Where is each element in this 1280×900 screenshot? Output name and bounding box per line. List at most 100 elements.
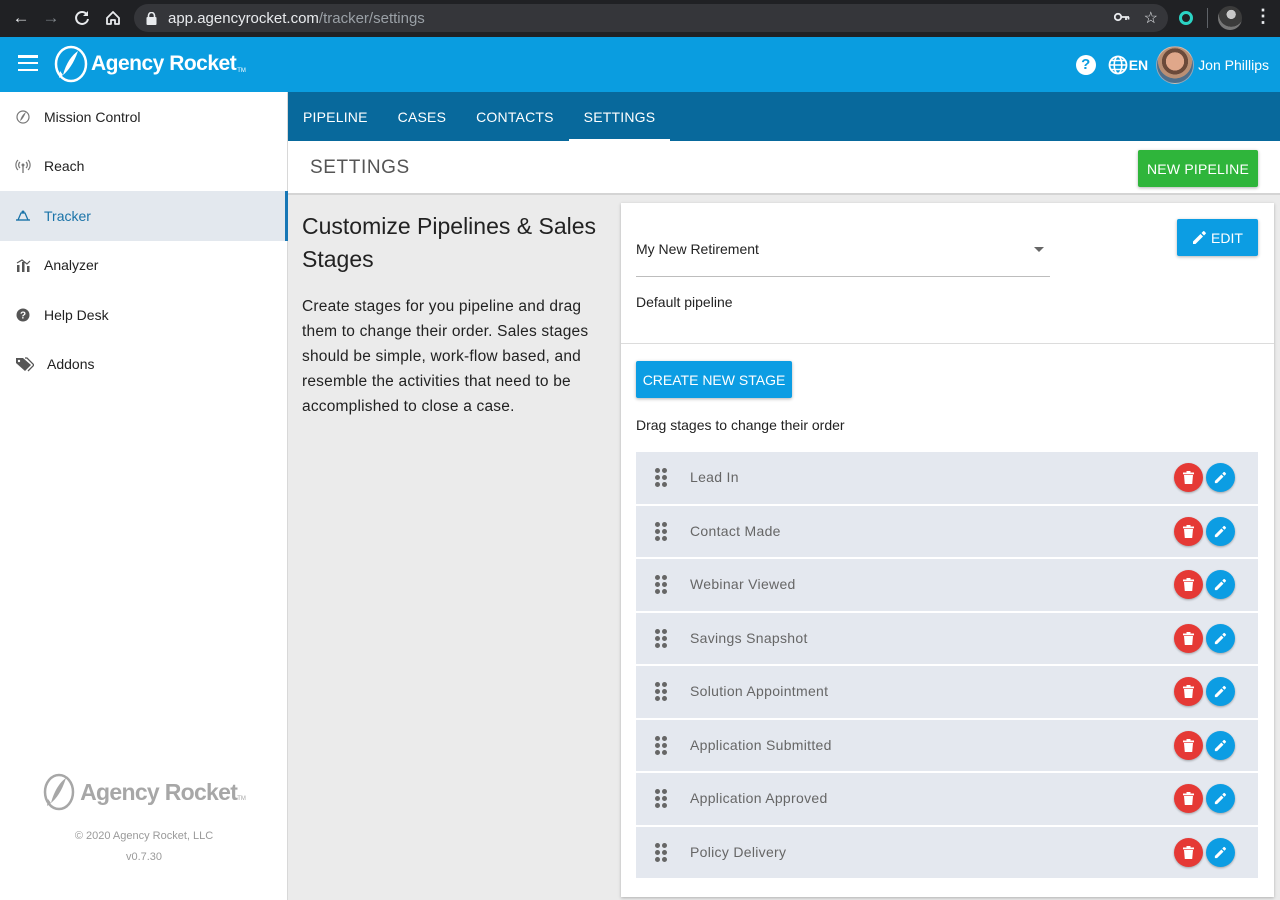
dropdown-caret-icon (1034, 247, 1044, 252)
sidebar-item-help-desk[interactable]: ? Help Desk (0, 290, 287, 340)
drag-handle-icon[interactable] (655, 468, 667, 487)
drag-handle-icon[interactable] (655, 682, 667, 701)
stage-row[interactable]: Webinar Viewed (636, 559, 1258, 611)
delete-stage-button[interactable] (1174, 463, 1203, 492)
back-icon[interactable]: ← (6, 3, 36, 33)
sidebar-item-reach[interactable]: Reach (0, 142, 287, 192)
edit-stage-button[interactable] (1206, 784, 1235, 813)
delete-stage-button[interactable] (1174, 784, 1203, 813)
stage-list: Lead In Contact Made Webinar Viewed Savi… (636, 452, 1258, 880)
footer-logo: Agency Rocket TM (0, 768, 288, 816)
delete-stage-button[interactable] (1174, 570, 1203, 599)
reload-icon[interactable] (67, 3, 97, 33)
trash-icon (1183, 792, 1194, 805)
footer-logo-text: Agency Rocket (80, 778, 238, 805)
pencil-icon (1214, 739, 1227, 751)
app-logo[interactable]: Agency Rocket TM (54, 43, 246, 85)
trash-icon (1183, 471, 1194, 484)
new-pipeline-button[interactable]: NEW PIPELINE (1138, 150, 1258, 187)
delete-stage-button[interactable] (1174, 730, 1203, 760)
stage-name: Solution Appointment (690, 683, 829, 699)
tab-settings[interactable]: SETTINGS (568, 92, 671, 141)
stage-name: Savings Snapshot (690, 629, 808, 646)
sidebar-item-analyzer[interactable]: Analyzer (0, 241, 287, 291)
pencil-icon (1214, 525, 1227, 537)
section-heading: Customize Pipelines & Sales Stages (302, 213, 597, 272)
tags-icon (15, 356, 34, 372)
edit-stage-button[interactable] (1206, 837, 1235, 867)
drag-handle-icon[interactable] (655, 521, 667, 541)
stage-name: Application Approved (690, 790, 828, 806)
edit-stage-button[interactable] (1206, 730, 1235, 760)
drag-handle-icon[interactable] (655, 842, 667, 862)
pencil-icon (1214, 632, 1227, 644)
pipeline-select[interactable]: My New Retirement (636, 233, 1050, 277)
language-selector[interactable]: EN (1108, 55, 1148, 75)
edit-stage-button[interactable] (1206, 677, 1235, 706)
url-host: app.agencyrocket.com (168, 9, 319, 27)
edit-label: EDIT (1211, 229, 1243, 246)
settings-header: SETTINGS NEW PIPELINE (288, 141, 1280, 195)
user-avatar[interactable] (1156, 45, 1195, 84)
section-description: Create stages for you pipeline and drag … (302, 298, 589, 415)
stage-row[interactable]: Application Approved (636, 773, 1258, 825)
pencil-icon (1214, 471, 1227, 484)
footer-logo-trademark: TM (237, 796, 246, 802)
home-icon[interactable] (98, 3, 128, 33)
svg-text:?: ? (20, 310, 26, 321)
drag-handle-icon[interactable] (655, 789, 667, 808)
stage-name: Contact Made (690, 522, 781, 539)
default-pipeline-label: Default pipeline (636, 294, 733, 310)
sidebar-item-tracker[interactable]: Tracker (0, 191, 288, 241)
edit-stage-button[interactable] (1206, 516, 1235, 546)
edit-stage-button[interactable] (1206, 463, 1235, 492)
forward-icon[interactable]: → (36, 3, 66, 33)
rocket-icon (15, 109, 31, 125)
stage-row[interactable]: Savings Snapshot (636, 612, 1258, 664)
logo-trademark: TM (237, 68, 246, 74)
extension-icon[interactable] (1175, 7, 1197, 29)
rocket-logo-icon (54, 45, 88, 83)
edit-stage-button[interactable] (1206, 570, 1235, 599)
menu-icon[interactable] (18, 55, 38, 71)
card-divider (621, 343, 1274, 344)
create-new-stage-button[interactable]: CREATE NEW STAGE (636, 361, 792, 398)
sidebar-item-addons[interactable]: Addons (0, 340, 287, 390)
drag-handle-icon[interactable] (655, 735, 667, 755)
tab-pipeline[interactable]: PIPELINE (288, 92, 383, 141)
browser-profile-avatar[interactable] (1218, 6, 1242, 30)
edit-stage-button[interactable] (1206, 623, 1235, 653)
edit-pipeline-button[interactable]: EDIT (1177, 219, 1258, 256)
stage-row[interactable]: Application Submitted (636, 719, 1258, 771)
trash-icon (1183, 685, 1194, 698)
sidebar-item-label: Analyzer (44, 257, 99, 274)
delete-stage-button[interactable] (1174, 623, 1203, 653)
toolbar-divider (1207, 8, 1208, 28)
copyright-text: © 2020 Agency Rocket, LLC (74, 830, 214, 842)
delete-stage-button[interactable] (1174, 677, 1203, 706)
delete-stage-button[interactable] (1174, 837, 1203, 867)
url-path: /tracker/settings (318, 9, 425, 27)
trash-icon (1183, 578, 1194, 591)
browser-menu-icon[interactable]: ⋮ (1254, 6, 1272, 27)
stage-row[interactable]: Policy Delivery (636, 826, 1258, 878)
user-name[interactable]: Jon Phillips (1198, 57, 1269, 73)
address-bar[interactable]: app.agencyrocket.com/tracker/settings ☆ (134, 4, 1168, 32)
drag-handle-icon[interactable] (655, 628, 667, 648)
stage-row[interactable]: Contact Made (636, 505, 1258, 557)
stage-row[interactable]: Solution Appointment (636, 666, 1258, 718)
tab-contacts[interactable]: CONTACTS (461, 92, 569, 141)
help-icon[interactable]: ? (1075, 54, 1096, 75)
stage-row[interactable]: Lead In (636, 452, 1258, 504)
drag-hint-text: Drag stages to change their order (636, 417, 845, 433)
delete-stage-button[interactable] (1174, 516, 1203, 546)
key-icon[interactable] (1113, 9, 1130, 27)
chart-icon (15, 257, 31, 273)
sidebar-item-label: Tracker (44, 207, 91, 224)
star-icon[interactable]: ☆ (1144, 8, 1158, 28)
drag-handle-icon[interactable] (655, 575, 667, 594)
sidebar-item-mission-control[interactable]: Mission Control (0, 92, 287, 142)
tab-cases[interactable]: CASES (383, 92, 461, 141)
pencil-icon (1214, 792, 1227, 805)
description-panel: Customize Pipelines & Sales Stages Creat… (302, 210, 602, 419)
